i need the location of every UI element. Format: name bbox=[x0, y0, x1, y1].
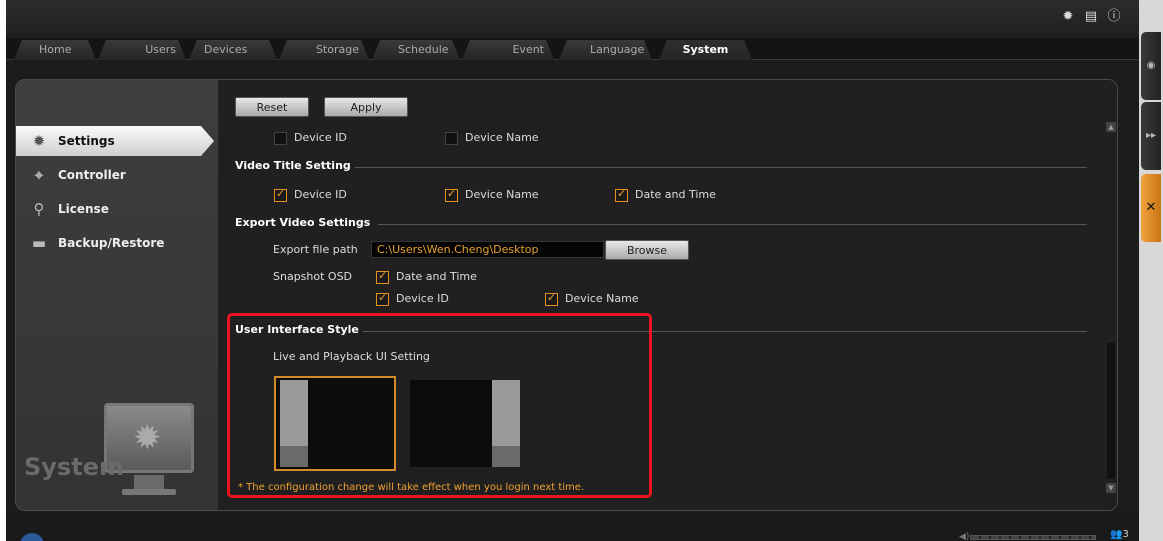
document-icon[interactable]: ▤ bbox=[1084, 10, 1098, 24]
user-count: 👥3 bbox=[1110, 529, 1129, 540]
volume-slider[interactable] bbox=[970, 535, 1096, 540]
joystick-icon: ⌖ bbox=[34, 166, 44, 184]
checkbox-video-date-time[interactable] bbox=[615, 187, 628, 202]
sidebar-item-label: Backup/Restore bbox=[58, 236, 165, 250]
user-count-value: 3 bbox=[1122, 529, 1129, 540]
system-logo-text: System bbox=[24, 453, 124, 481]
checkbox-snap-device-id[interactable] bbox=[376, 291, 389, 306]
sidebar: ✹ Settings ⌖ Controller ⚲ License ▬ Back… bbox=[16, 80, 218, 510]
tab-bar: Home Users Devices Storage Schedule Even… bbox=[6, 38, 1139, 60]
monitor-stand bbox=[134, 475, 164, 489]
highlight-box bbox=[227, 313, 652, 498]
checkbox-video-device-name[interactable] bbox=[445, 187, 458, 202]
content-scrollbar[interactable]: ▲ ▼ bbox=[1106, 122, 1116, 493]
tab-users[interactable]: Users bbox=[98, 40, 186, 60]
video-date-time-label: Date and Time bbox=[635, 188, 716, 201]
scroll-down-button[interactable]: ▼ bbox=[1106, 483, 1116, 493]
checkbox-snap-date-time[interactable] bbox=[376, 269, 389, 284]
monitor-base bbox=[122, 489, 176, 495]
checkbox-device-id[interactable] bbox=[274, 132, 287, 145]
side-button-playback[interactable]: ▸▸ bbox=[1141, 102, 1161, 170]
snap-device-name-label: Device Name bbox=[565, 292, 639, 305]
sidebar-item-label: License bbox=[58, 202, 109, 216]
section-divider bbox=[355, 167, 1087, 168]
snapshot-osd-label: Snapshot OSD bbox=[273, 270, 353, 283]
export-path-input[interactable]: C:\Users\Wen.Cheng\Desktop bbox=[371, 241, 604, 258]
section-heading-export: Export Video Settings bbox=[235, 216, 371, 229]
snap-date-time-label: Date and Time bbox=[396, 270, 477, 283]
tools-icon: ✕ bbox=[1145, 200, 1157, 215]
users-icon: 👥 bbox=[1110, 529, 1123, 540]
checkbox-snap-device-name[interactable] bbox=[545, 291, 558, 306]
sidebar-item-settings[interactable]: ✹ Settings bbox=[16, 126, 214, 156]
reset-button[interactable]: Reset bbox=[235, 97, 309, 117]
sidebar-item-label: Settings bbox=[58, 134, 115, 148]
side-button-settings[interactable]: ✕ bbox=[1141, 174, 1161, 242]
top-icons: ✹ ▤ ⓘ bbox=[1061, 10, 1121, 24]
volume-icon[interactable]: ◀) bbox=[959, 532, 969, 541]
device-id-label: Device ID bbox=[294, 131, 347, 144]
eye-icon: ◉ bbox=[1146, 60, 1156, 71]
device-name-label: Device Name bbox=[465, 131, 539, 144]
apply-button[interactable]: Apply bbox=[324, 97, 408, 117]
scrollbar-track[interactable] bbox=[1107, 343, 1115, 479]
application-window: ✹ ▤ ⓘ Home Users Devices Storage Schedul… bbox=[6, 0, 1139, 541]
side-button-view[interactable]: ◉ bbox=[1141, 32, 1161, 100]
fast-forward-icon: ▸▸ bbox=[1145, 130, 1157, 141]
top-bar: ✹ ▤ ⓘ bbox=[6, 0, 1139, 38]
gear-icon: ✹ bbox=[133, 418, 162, 458]
tab-system[interactable]: System bbox=[659, 40, 752, 60]
key-icon: ⚲ bbox=[33, 200, 45, 218]
gear-icon: ✹ bbox=[32, 132, 46, 150]
video-device-id-label: Device ID bbox=[294, 188, 347, 201]
checkbox-video-device-id[interactable] bbox=[274, 187, 287, 202]
sidebar-item-license[interactable]: ⚲ License bbox=[16, 194, 218, 224]
sidebar-item-controller[interactable]: ⌖ Controller bbox=[16, 160, 218, 190]
scroll-up-button[interactable]: ▲ bbox=[1106, 122, 1116, 132]
tab-schedule[interactable]: Schedule bbox=[372, 40, 460, 60]
folder-icon: ▬ bbox=[31, 234, 47, 252]
tab-language[interactable]: Language bbox=[559, 40, 652, 60]
video-device-name-label: Device Name bbox=[465, 188, 539, 201]
sidebar-item-backup-restore[interactable]: ▬ Backup/Restore bbox=[16, 228, 218, 258]
snap-device-id-label: Device ID bbox=[396, 292, 449, 305]
export-path-label: Export file path bbox=[273, 243, 358, 256]
tab-storage[interactable]: Storage bbox=[279, 40, 369, 60]
sidebar-item-label: Controller bbox=[58, 168, 126, 182]
gear-icon[interactable]: ✹ bbox=[1061, 10, 1075, 24]
system-logo: ✹ System bbox=[24, 395, 204, 505]
browse-button[interactable]: Browse bbox=[605, 240, 689, 260]
info-icon[interactable]: ⓘ bbox=[1107, 10, 1121, 24]
tab-event[interactable]: Event bbox=[462, 40, 554, 60]
section-heading-video-title: Video Title Setting bbox=[235, 159, 351, 172]
checkbox-device-name[interactable] bbox=[445, 132, 458, 145]
right-side-strip: ◉ ▸▸ ✕ bbox=[1139, 0, 1163, 541]
section-divider bbox=[378, 224, 1087, 225]
tab-devices[interactable]: Devices bbox=[189, 40, 277, 60]
tab-home[interactable]: Home bbox=[14, 40, 96, 60]
